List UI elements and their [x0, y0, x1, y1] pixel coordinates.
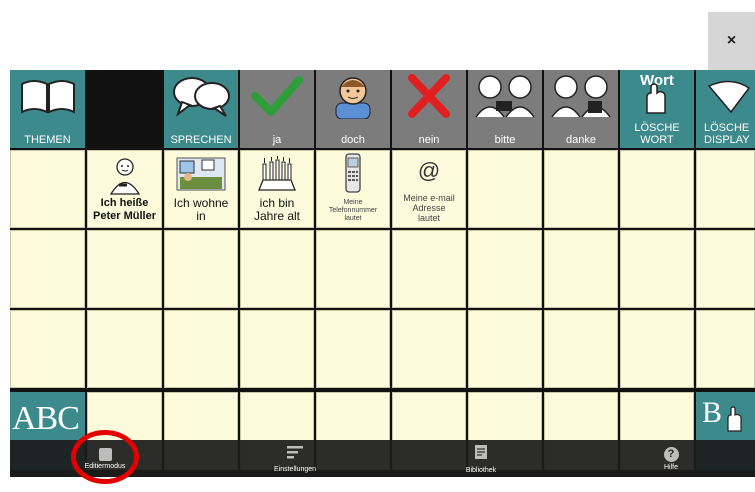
empty-cell[interactable] [620, 230, 694, 308]
library-icon [474, 444, 488, 465]
at-sign-icon: @ [417, 158, 441, 183]
highlight-circle [71, 430, 139, 484]
phrase-cell-home[interactable]: Ich wohne in [164, 150, 238, 228]
close-button[interactable]: × [708, 12, 755, 70]
empty-cell[interactable] [468, 150, 542, 228]
help-button[interactable]: ? Hilfe [636, 440, 706, 477]
settings-sliders-icon [287, 445, 303, 464]
empty-cell[interactable] [696, 230, 755, 308]
phrase-cell-phone[interactable]: Meine Telefonnummer lautet [316, 150, 390, 228]
phrase-cell-email[interactable]: @ Meine e-mail Adresse lautet [392, 150, 466, 228]
empty-cell[interactable] [164, 230, 238, 308]
empty-cell[interactable] [10, 230, 85, 308]
house-interior-icon [165, 155, 237, 193]
bitte-button[interactable]: bitte [468, 70, 542, 148]
checkmark-icon [240, 74, 314, 118]
ja-button[interactable]: ja [240, 70, 314, 148]
settings-button[interactable]: Einstellungen [260, 440, 330, 477]
speech-bubbles-icon [164, 74, 238, 118]
nein-button[interactable]: nein [392, 70, 466, 148]
symbol-board: THEMEN SPRECHEN ja doch nein bitte danke… [10, 70, 755, 477]
empty-cell[interactable] [316, 310, 390, 388]
empty-cell[interactable] [544, 230, 618, 308]
empty-cell[interactable] [468, 310, 542, 388]
person-icon [316, 74, 390, 119]
loesche-display-button[interactable]: LÖSCHE DISPLAY [696, 70, 755, 148]
empty-cell[interactable] [696, 310, 755, 388]
empty-cell[interactable] [316, 230, 390, 308]
empty-cell[interactable] [544, 150, 618, 228]
empty-cell[interactable] [87, 310, 162, 388]
sprechen-button[interactable]: SPRECHEN [164, 70, 238, 148]
eraser-hand-icon [620, 82, 694, 116]
empty-cell[interactable] [10, 310, 85, 388]
phrase-cell-age[interactable]: ich bin Jahre alt [240, 150, 314, 228]
empty-cell[interactable] [240, 230, 314, 308]
abc-label: ABC [12, 400, 80, 437]
giving-persons-icon [468, 74, 542, 118]
book-icon [10, 74, 85, 118]
close-icon: × [726, 32, 737, 49]
eraser-hand-icon [722, 406, 748, 437]
help-icon: ? [663, 446, 679, 462]
empty-cell[interactable] [392, 230, 466, 308]
cross-icon [392, 74, 466, 118]
empty-cell[interactable] [10, 150, 85, 228]
receiving-persons-icon [544, 74, 618, 118]
danke-button[interactable]: danke [544, 70, 618, 148]
empty-cell [87, 70, 162, 148]
letter-b-label: B [702, 396, 723, 429]
empty-cell[interactable] [392, 310, 466, 388]
loesche-wort-button[interactable]: Wort LÖSCHE WORT [620, 70, 694, 148]
empty-cell[interactable] [544, 310, 618, 388]
empty-cell[interactable] [240, 310, 314, 388]
empty-cell[interactable] [620, 150, 694, 228]
library-button[interactable]: Bibliothek [446, 440, 516, 477]
empty-cell[interactable] [620, 310, 694, 388]
empty-cell[interactable] [164, 310, 238, 388]
wiper-icon [696, 74, 755, 118]
empty-cell[interactable] [87, 230, 162, 308]
birthday-candles-icon [241, 155, 313, 193]
empty-cell[interactable] [696, 150, 755, 228]
person-pointing-icon [88, 157, 161, 195]
empty-cell[interactable] [468, 230, 542, 308]
phrase-cell-name[interactable]: Ich heiße Peter Müller [87, 150, 162, 228]
themen-button[interactable]: THEMEN [10, 70, 85, 148]
phone-icon [317, 153, 389, 193]
doch-button[interactable]: doch [316, 70, 390, 148]
